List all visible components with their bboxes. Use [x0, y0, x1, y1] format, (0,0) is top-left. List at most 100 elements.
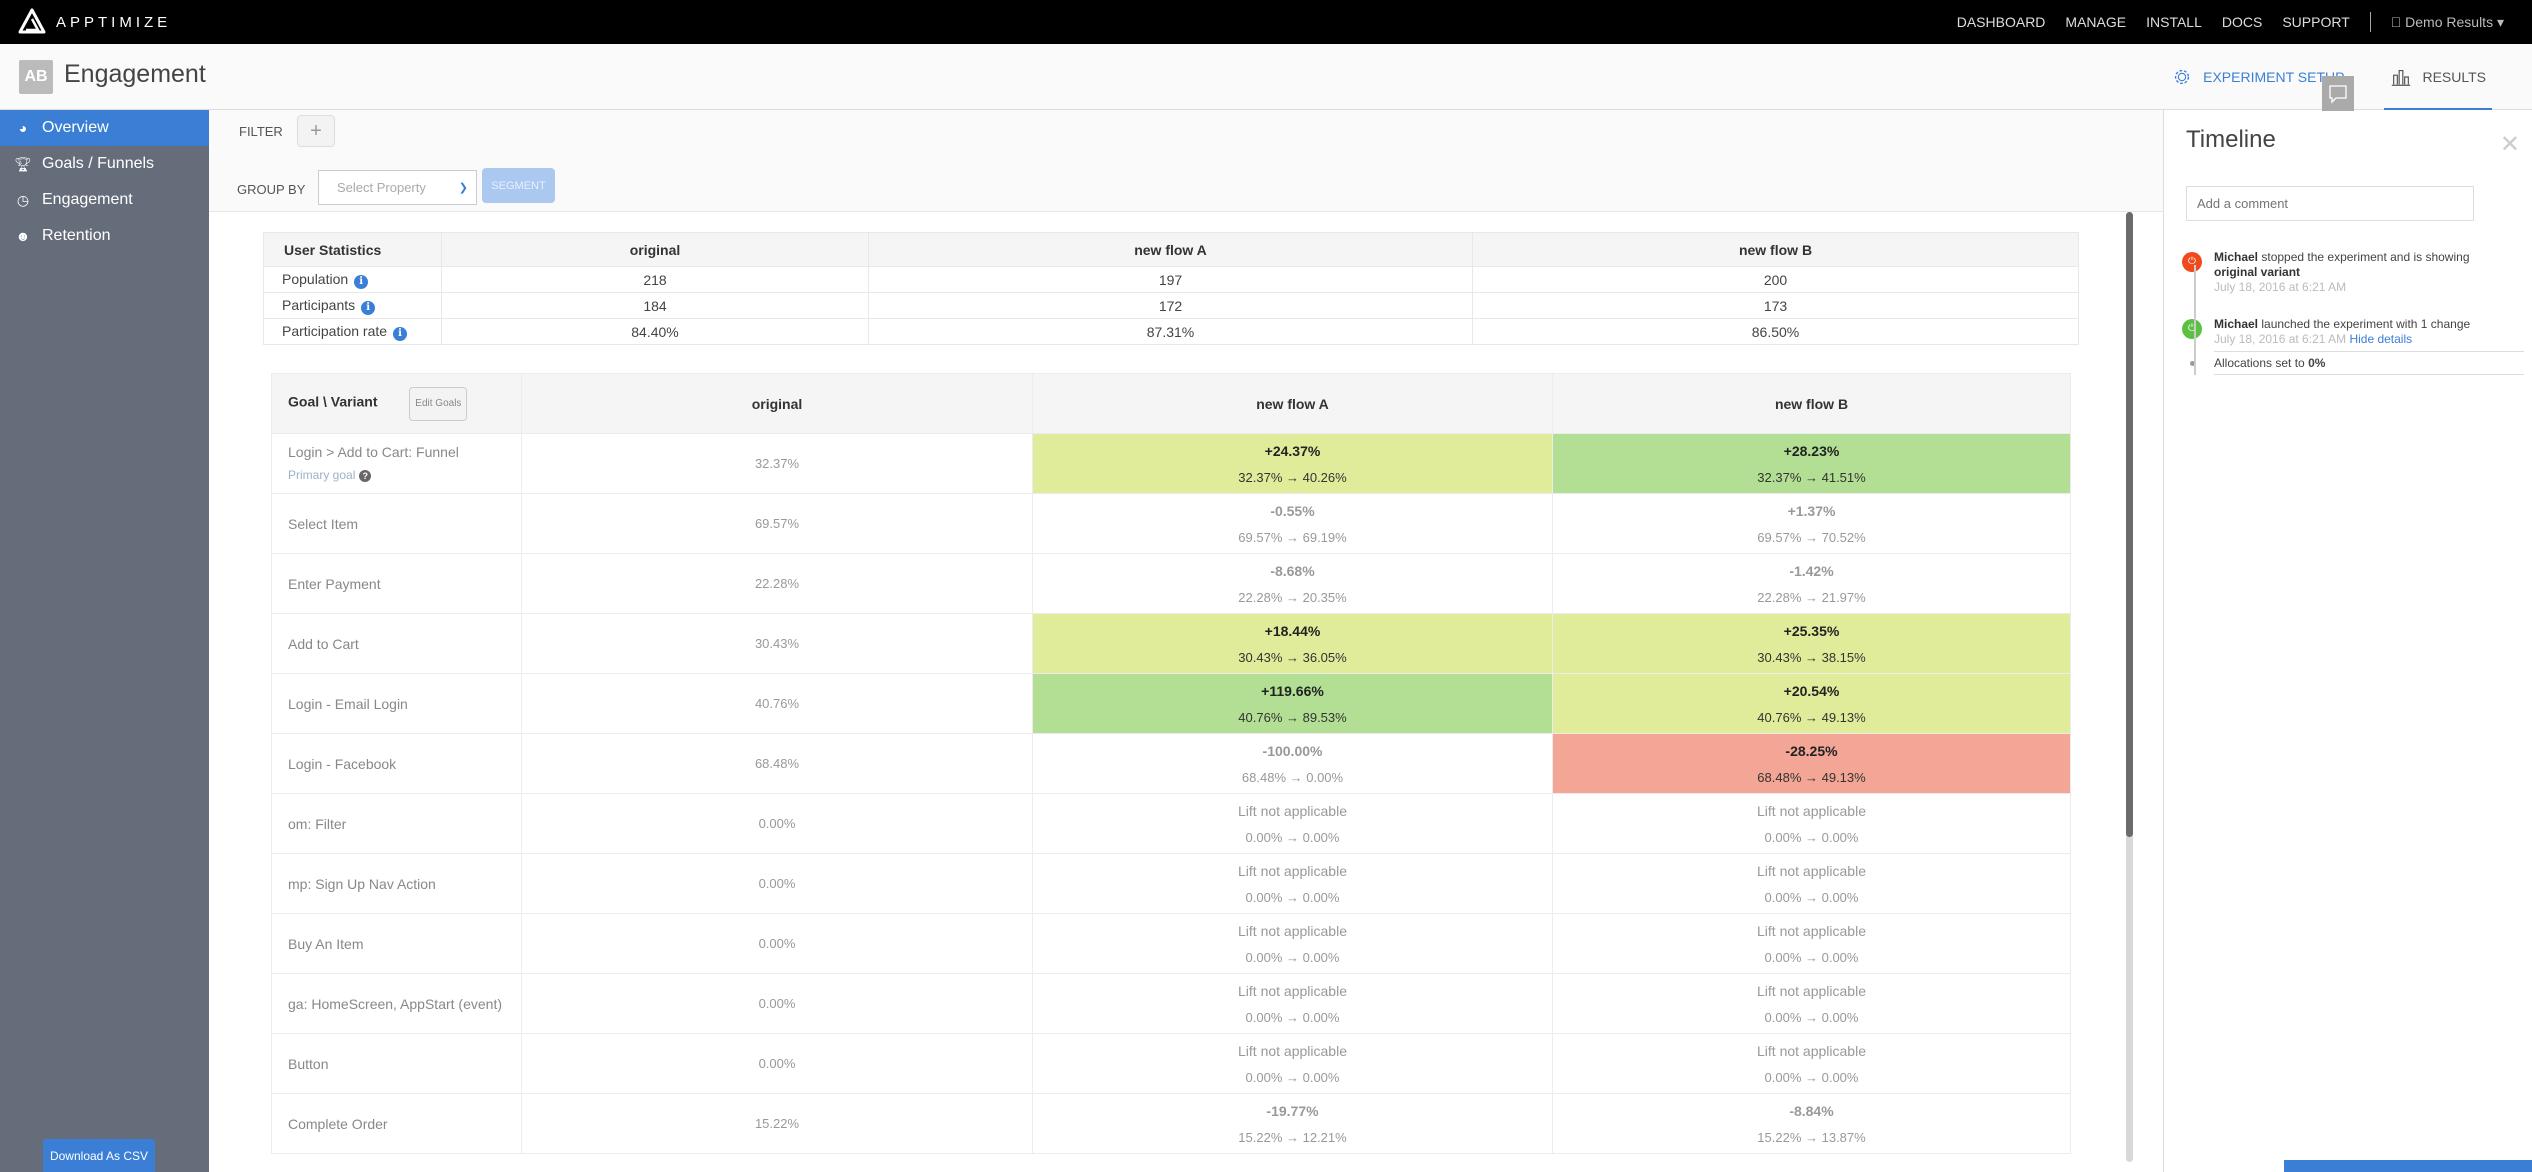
lift-cell: Lift not applicable 0.00% → 0.00% [1032, 1033, 1553, 1094]
users-icon: ☻ [15, 228, 31, 244]
lift-value: -100.00% [1262, 742, 1323, 759]
event-text: launched the experiment with 1 change [2261, 317, 2471, 331]
conversion-range: 15.22% → 12.21% [1238, 1129, 1347, 1145]
lift-cell: -19.77% 15.22% → 12.21% [1032, 1093, 1553, 1154]
table-header-row: Goal \ Variant Edit Goals original new f… [271, 373, 2071, 434]
table-row: Button 0.00% Lift not applicable 0.00% → … [271, 1033, 2071, 1094]
conversion-range: 40.76% → 89.53% [1238, 709, 1347, 725]
sidebar-item-retention[interactable]: ☻ Retention [0, 218, 209, 254]
conversion-range: 0.00% → 0.00% [1764, 829, 1859, 845]
conversion-range: 0.00% → 0.00% [1764, 889, 1859, 905]
stat-name: Participants [282, 296, 356, 313]
user-statistics-table: User Statistics original new flow A new … [263, 232, 2079, 345]
lift-value: Lift not applicable [1757, 862, 1866, 879]
close-icon[interactable]: ✕ [2500, 130, 2520, 159]
stat-name: Population [282, 270, 349, 287]
table-row: Login > Add to Cart: Funnel Primary goal … [271, 433, 2071, 494]
sidebar: ◕ Overview 🏆︎ Goals / Funnels ◷ Engageme… [0, 110, 209, 1172]
stat-value: 172 [868, 292, 1473, 319]
nav-docs[interactable]: DOCS [2222, 14, 2262, 30]
goal-name-cell: Button [271, 1033, 522, 1094]
sidebar-item-overview[interactable]: ◕ Overview [0, 110, 209, 146]
lift-cell: +28.23% 32.37% → 41.51% [1552, 433, 2071, 494]
lift-cell: -28.25% 68.48% → 49.13% [1552, 733, 2071, 794]
stat-value: 173 [1472, 292, 2079, 319]
original-rate: 0.00% [521, 973, 1033, 1034]
stat-value: 87.31% [868, 318, 1473, 345]
segment-button[interactable]: SEGMENT [482, 168, 555, 203]
conversion-range: 22.28% → 20.35% [1238, 589, 1347, 605]
conversion-range: 32.37% → 41.51% [1757, 469, 1866, 485]
table-row: Add to Cart 30.43% +18.44% 30.43% → 36.05… [271, 613, 2071, 674]
select-property-dropdown[interactable]: Select Property ❯ [318, 170, 477, 205]
help-icon[interactable]: ? [359, 470, 372, 482]
lift-cell: Lift not applicable 0.00% → 0.00% [1552, 1033, 2071, 1094]
top-navbar: APPTIMIZE DASHBOARD MANAGE INSTALL DOCS … [0, 0, 2532, 44]
event-detail: Allocations set to 0% [2190, 351, 2524, 375]
goal-name-cell: Buy An Item [271, 913, 522, 974]
tab-label: RESULTS [2422, 69, 2486, 85]
download-csv-button[interactable]: Download As CSV [43, 1139, 155, 1172]
comment-input[interactable] [2186, 186, 2474, 221]
goal-name: om: Filter [288, 815, 347, 832]
sidebar-item-label: Overview [42, 119, 109, 136]
lift-cell: +1.37% 69.57% → 70.52% [1552, 493, 2071, 554]
lift-cell: -8.84% 15.22% → 13.87% [1552, 1093, 2071, 1154]
timeline-event: ⏻ Michael launched the experiment with 1… [2174, 317, 2524, 347]
power-icon: ⏻ [2182, 319, 2202, 339]
detail-text: Allocations set to [2214, 356, 2305, 370]
nav-support[interactable]: SUPPORT [2282, 14, 2349, 30]
conversion-range: 0.00% → 0.00% [1764, 949, 1859, 965]
conversion-range: 32.37% → 40.26% [1238, 469, 1347, 485]
goal-name: Login - Email Login [288, 695, 408, 712]
goal-name: Button [288, 1055, 329, 1072]
lift-cell: +25.35% 30.43% → 38.15% [1552, 613, 2071, 674]
info-icon[interactable]: i [361, 300, 376, 315]
info-icon[interactable]: i [354, 274, 369, 289]
tab-results[interactable]: RESULTS [2384, 44, 2492, 111]
scrollbar-thumb[interactable] [2126, 212, 2133, 837]
table-row: mp: Sign Up Nav Action 0.00% Lift not app… [271, 853, 2071, 914]
timeline-action-button[interactable] [2284, 1160, 2532, 1172]
account-name: Demo Results [2405, 13, 2494, 30]
nav-manage[interactable]: MANAGE [2065, 14, 2126, 30]
nav-install[interactable]: INSTALL [2146, 14, 2202, 30]
goal-variant-label: Goal \ Variant [288, 393, 378, 409]
conversion-range: 69.57% → 70.52% [1757, 529, 1866, 545]
lift-value: +1.37% [1787, 502, 1836, 519]
goal-name: ga: HomeScreen, AppStart (event) [288, 995, 502, 1012]
lift-value: +24.37% [1264, 442, 1321, 459]
sidebar-item-engagement[interactable]: ◷ Engagement [0, 182, 209, 218]
page-title: Engagement [64, 60, 206, 88]
add-filter-button[interactable]: + [297, 115, 335, 147]
lift-value: Lift not applicable [1238, 1042, 1347, 1059]
event-user: Michael [2214, 317, 2259, 331]
stat-label: Population i [263, 266, 442, 293]
sidebar-item-label: Goals / Funnels [42, 155, 155, 172]
table-row: Population i 218 197 200 [263, 266, 2079, 293]
goal-name-cell: om: Filter [271, 793, 522, 854]
apptimize-logo[interactable]: APPTIMIZE [18, 8, 171, 36]
sidebar-item-goals-funnels[interactable]: 🏆︎ Goals / Funnels [0, 146, 209, 182]
info-icon[interactable]: i [393, 326, 408, 341]
lift-value: -28.25% [1785, 742, 1838, 759]
goal-name-cell: Select Item [271, 493, 522, 554]
ab-badge: AB [19, 60, 53, 94]
account-dropdown[interactable]:  Demo Results ▾ [2391, 14, 2504, 31]
sidebar-item-label: Retention [42, 227, 111, 244]
nav-dashboard[interactable]: DASHBOARD [1957, 14, 2046, 30]
stat-label: Participation rate i [263, 318, 442, 345]
column-header: original [441, 232, 869, 267]
original-rate: 15.22% [521, 1093, 1033, 1154]
lift-value: -19.77% [1266, 1102, 1319, 1119]
lift-cell: Lift not applicable 0.00% → 0.00% [1552, 973, 2071, 1034]
conversion-range: 0.00% → 0.00% [1764, 1009, 1859, 1025]
table-row: Participation rate i 84.40% 87.31% 86.50% [263, 318, 2079, 345]
logo-icon [18, 8, 46, 34]
edit-goals-button[interactable]: Edit Goals [409, 386, 468, 421]
stat-value: 184 [441, 292, 869, 319]
hide-details-link[interactable]: Hide details [2349, 332, 2412, 346]
stat-name: Participation rate [282, 322, 388, 339]
send-comment-button[interactable] [2322, 76, 2354, 111]
filter-bar: FILTER + GROUP BY Select Property ❯ SEGM… [209, 110, 2163, 212]
